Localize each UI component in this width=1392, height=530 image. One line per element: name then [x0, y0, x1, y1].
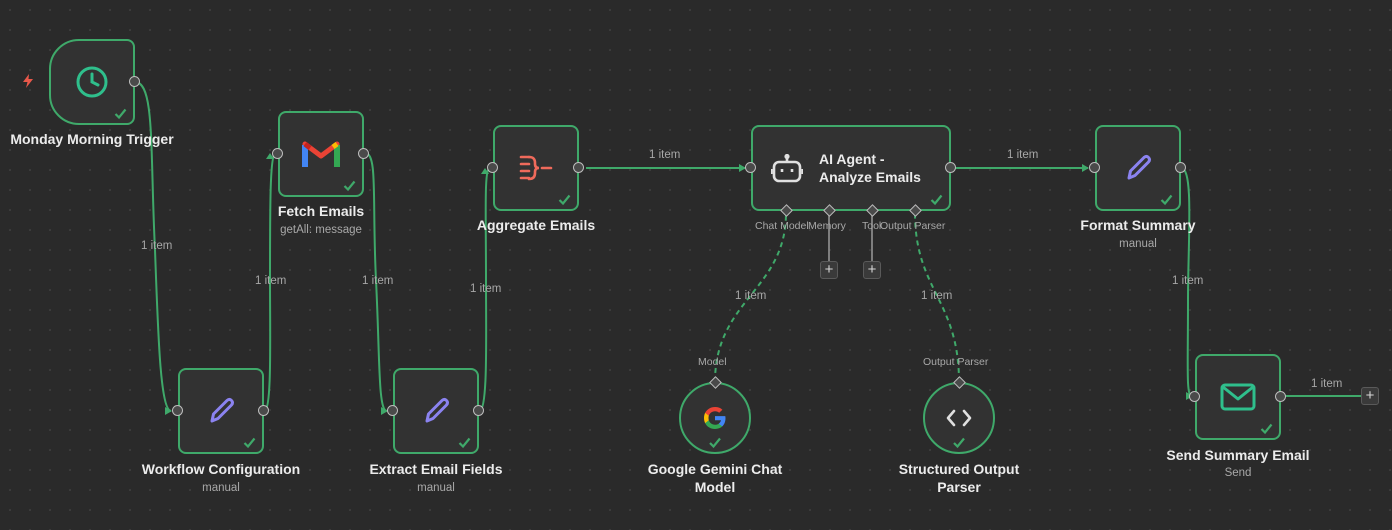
- node-ai-agent[interactable]: AI Agent - Analyze Emails: [751, 125, 951, 211]
- agent-output-handle[interactable]: [945, 162, 956, 173]
- node-aggregate-emails[interactable]: [493, 125, 579, 211]
- add-tool-button[interactable]: +: [863, 261, 881, 279]
- edge-label-format-send: 1 item: [1172, 275, 1204, 287]
- send-sub: Send: [1224, 467, 1252, 479]
- robot-icon: [770, 153, 804, 189]
- node-monday-morning-trigger[interactable]: [49, 39, 135, 125]
- pencil-icon: [1121, 151, 1155, 185]
- add-next-node-button[interactable]: +: [1361, 387, 1379, 405]
- agent-port-tool-label: Tool: [862, 220, 881, 232]
- parser-port-label: Output Parser: [923, 356, 989, 368]
- success-check-icon: [558, 194, 571, 206]
- pencil-icon: [419, 394, 453, 428]
- aggregate-input-handle[interactable]: [487, 162, 498, 173]
- pencil-icon: [204, 394, 238, 428]
- node-workflow-configuration[interactable]: [178, 368, 264, 454]
- add-memory-button[interactable]: +: [820, 261, 838, 279]
- agent-title-line2: Analyze Emails: [819, 169, 921, 185]
- extract-input-handle[interactable]: [387, 405, 398, 416]
- aggregate-label: Aggregate Emails: [476, 217, 596, 233]
- fetch-sub: getAll: message: [280, 224, 362, 236]
- success-check-icon: [709, 437, 721, 449]
- format-input-handle[interactable]: [1089, 162, 1100, 173]
- extract-label: Extract Email Fields: [369, 461, 503, 477]
- config-sub: manual: [202, 482, 240, 494]
- node-fetch-emails[interactable]: [278, 111, 364, 197]
- extract-sub: manual: [417, 482, 455, 494]
- edge-label-send-out: 1 item: [1311, 378, 1343, 390]
- node-extract-email-fields[interactable]: [393, 368, 479, 454]
- fetch-label: Fetch Emails: [277, 203, 365, 219]
- edge-label-config-fetch: 1 item: [255, 275, 287, 287]
- edge-label-extract-aggregate: 1 item: [470, 283, 502, 295]
- gemini-label: Google Gemini Chat Model: [620, 460, 810, 496]
- parser-label: Structured Output Parser: [874, 460, 1044, 496]
- trigger-output-handle[interactable]: [129, 76, 140, 87]
- edge-label-parser-agent: 1 item: [921, 290, 953, 302]
- edge-label-aggregate-agent: 1 item: [649, 149, 681, 161]
- extract-output-handle[interactable]: [473, 405, 484, 416]
- envelope-icon: [1220, 383, 1256, 411]
- node-structured-output-parser[interactable]: [923, 382, 995, 454]
- clock-icon: [74, 64, 110, 100]
- node-google-gemini-chat-model[interactable]: [679, 382, 751, 454]
- success-check-icon: [343, 180, 356, 192]
- trigger-bolt-icon: [23, 74, 33, 88]
- aggregate-output-handle[interactable]: [573, 162, 584, 173]
- success-check-icon: [243, 437, 256, 449]
- agent-port-output-parser-label: Output Parser: [880, 220, 946, 232]
- arrow-format: [1082, 164, 1089, 172]
- parser-label-line1: Structured Output: [898, 461, 1020, 477]
- trigger-label: Monday Morning Trigger: [10, 131, 174, 147]
- gemini-label-line1: Google Gemini Chat: [647, 461, 783, 477]
- agent-port-chat-model-label: Chat Model: [755, 220, 809, 232]
- success-check-icon: [114, 108, 127, 120]
- agent-port-memory-label: Memory: [808, 220, 846, 232]
- parser-label-line2: Parser: [937, 479, 981, 495]
- agent-title: AI Agent - Analyze Emails: [819, 150, 921, 186]
- send-input-handle[interactable]: [1189, 391, 1200, 402]
- google-icon: [702, 405, 728, 431]
- format-output-handle[interactable]: [1175, 162, 1186, 173]
- config-label: Workflow Configuration: [141, 461, 301, 477]
- success-check-icon: [458, 437, 471, 449]
- gemini-label-line2: Model: [694, 479, 736, 495]
- node-send-summary-email[interactable]: [1195, 354, 1281, 440]
- success-check-icon: [1160, 194, 1173, 206]
- send-label: Send Summary Email: [1166, 447, 1310, 463]
- agent-title-line1: AI Agent -: [819, 151, 885, 167]
- edge-label-fetch-extract: 1 item: [362, 275, 394, 287]
- config-output-handle[interactable]: [258, 405, 269, 416]
- aggregate-icon: [518, 153, 554, 183]
- gemini-port-label: Model: [698, 356, 727, 368]
- edge-label-agent-format: 1 item: [1007, 149, 1039, 161]
- code-icon: [946, 408, 972, 428]
- send-output-handle[interactable]: [1275, 391, 1286, 402]
- gmail-icon: [302, 139, 340, 169]
- edge-label-gemini-agent: 1 item: [735, 290, 767, 302]
- success-check-icon: [953, 437, 965, 449]
- arrow-config: [165, 407, 172, 415]
- config-input-handle[interactable]: [172, 405, 183, 416]
- success-check-icon: [1260, 423, 1273, 435]
- success-check-icon: [930, 194, 943, 206]
- fetch-output-handle[interactable]: [358, 148, 369, 159]
- edge-label-trigger-config: 1 item: [141, 240, 173, 252]
- format-label: Format Summary: [1080, 217, 1196, 233]
- format-sub: manual: [1119, 238, 1157, 250]
- node-format-summary[interactable]: [1095, 125, 1181, 211]
- agent-input-handle[interactable]: [745, 162, 756, 173]
- fetch-input-handle[interactable]: [272, 148, 283, 159]
